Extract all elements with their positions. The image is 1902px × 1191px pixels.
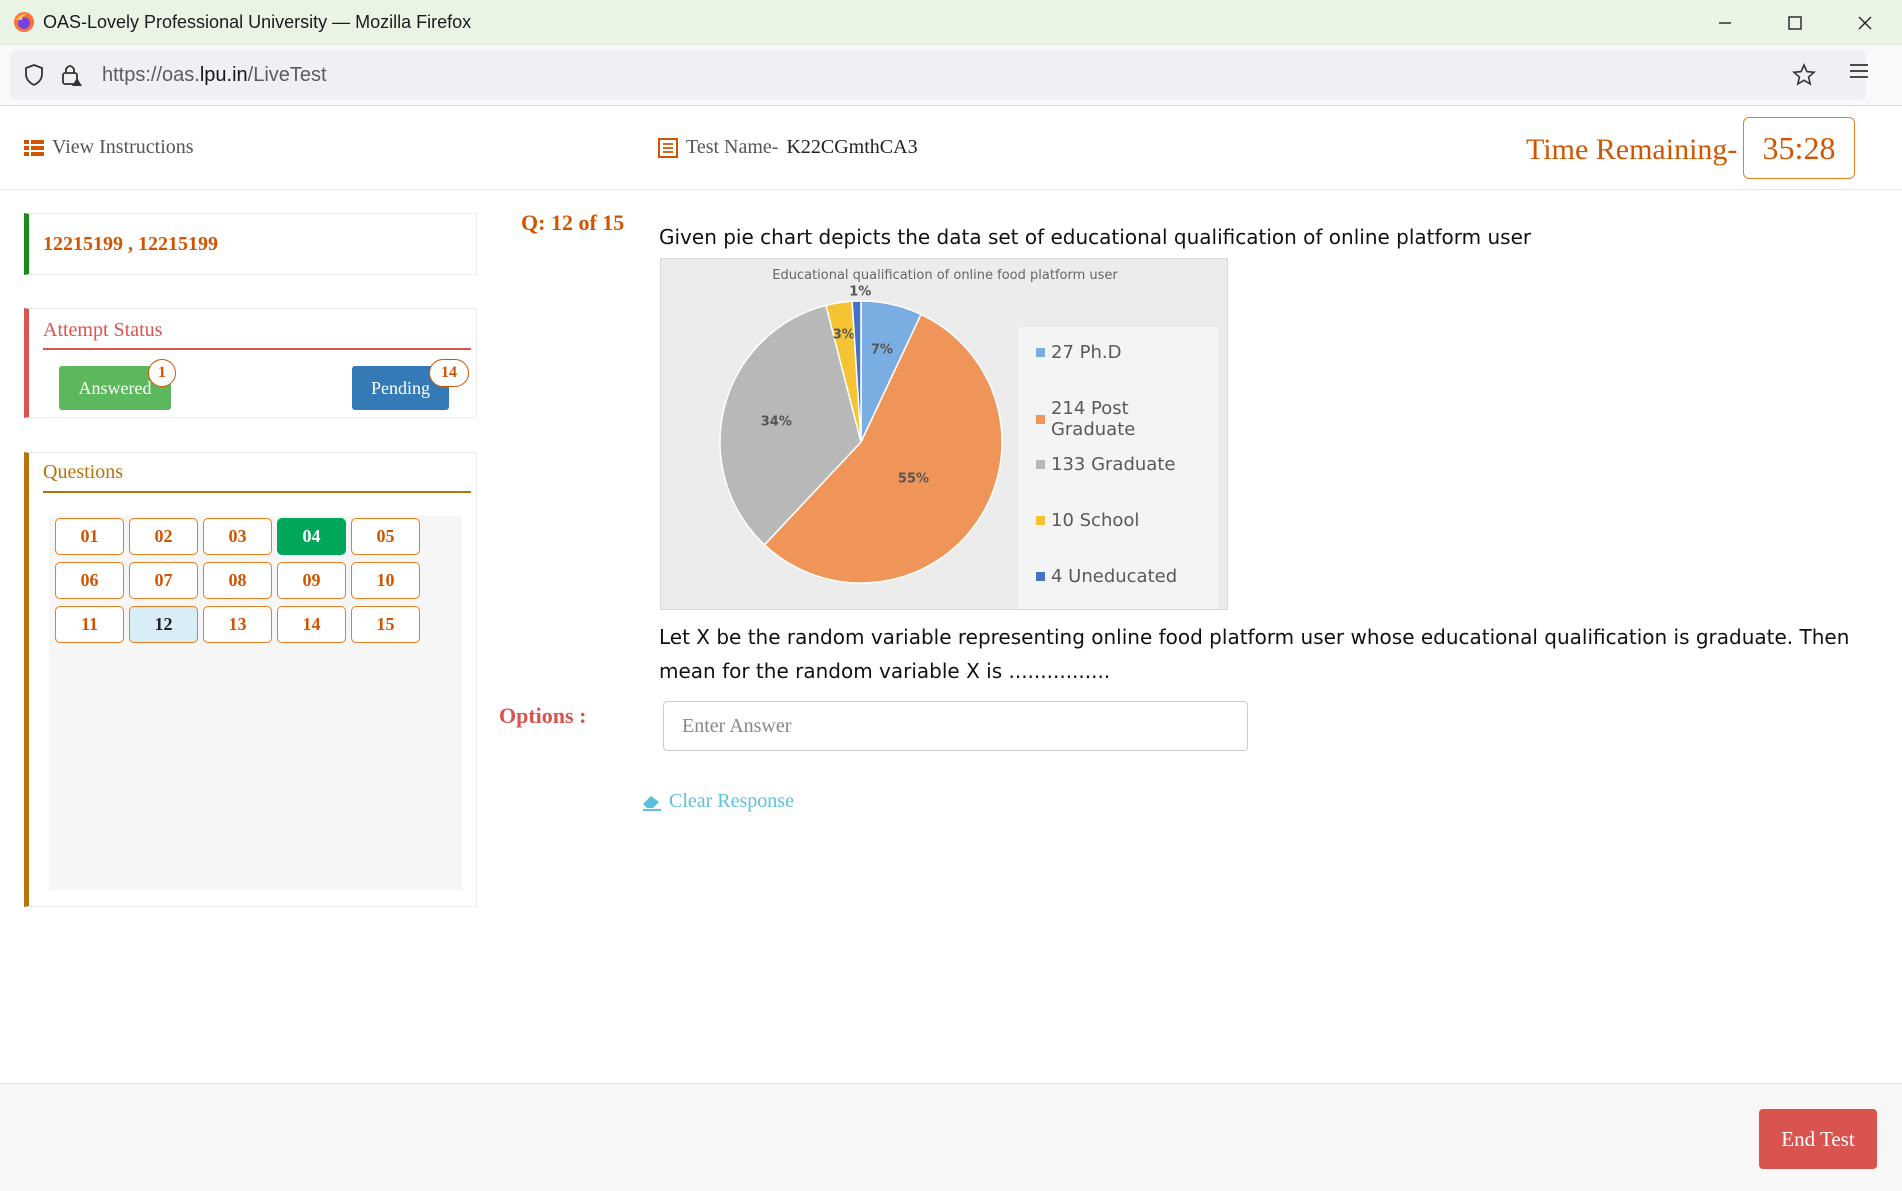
- legend-swatch: [1036, 460, 1045, 469]
- divider: [43, 348, 471, 350]
- close-window-button[interactable]: [1845, 8, 1885, 38]
- question-button-08[interactable]: 08: [203, 562, 272, 599]
- question-button-12[interactable]: 12: [129, 606, 198, 643]
- end-test-label: End Test: [1781, 1126, 1855, 1151]
- view-instructions-link[interactable]: View Instructions: [24, 136, 194, 159]
- countdown-timer: 35:28: [1743, 117, 1855, 179]
- test-header: View Instructions Test Name- K22CGmthCA3…: [0, 106, 1902, 190]
- question-button-09[interactable]: 09: [277, 562, 346, 599]
- end-test-button[interactable]: End Test: [1759, 1109, 1877, 1169]
- question-text-continued: Let X be the random variable representin…: [659, 625, 1850, 683]
- legend-label: 10 School: [1051, 510, 1140, 531]
- legend-swatch: [1036, 348, 1045, 357]
- clear-response-label: Clear Response: [669, 790, 794, 812]
- question-button-01[interactable]: 01: [55, 518, 124, 555]
- legend-label: 27 Ph.D: [1051, 342, 1122, 363]
- answered-label: Answered: [78, 377, 152, 398]
- tracking-protection-shield-icon[interactable]: [23, 63, 45, 87]
- legend-item: 133 Graduate: [1036, 454, 1175, 475]
- lock-icon[interactable]: [60, 62, 84, 88]
- url-text[interactable]: https://oas.lpu.in/LiveTest: [102, 64, 327, 87]
- question-button-03[interactable]: 03: [203, 518, 272, 555]
- window-title: OAS-Lovely Professional University — Moz…: [43, 12, 472, 32]
- chart-title: Educational qualification of online food…: [772, 268, 1118, 283]
- user-info-panel: 12215199 , 12215199: [24, 213, 477, 275]
- test-name-label: Test Name-: [686, 136, 779, 158]
- firefox-logo-icon: [14, 12, 34, 32]
- legend-label: 133 Graduate: [1051, 454, 1176, 475]
- legend-swatch: [1036, 572, 1045, 581]
- options-label: Options :: [499, 703, 587, 728]
- legend-item: 27 Ph.D: [1036, 342, 1121, 363]
- pie-slice-label-2: 55%: [898, 472, 929, 487]
- eraser-icon: [643, 795, 661, 811]
- pending-label: Pending: [370, 377, 430, 398]
- minimize-icon: [1719, 22, 1731, 24]
- test-name: Test Name- K22CGmthCA3: [658, 136, 918, 159]
- question-button-06[interactable]: 06: [55, 562, 124, 599]
- footer-bar: End Test: [0, 1083, 1902, 1191]
- legend-label: 214 Post Graduate: [1050, 398, 1136, 440]
- pie-slice-label-1: 7%: [871, 342, 893, 357]
- user-id: 12215199 , 12215199: [43, 233, 218, 255]
- question-button-05[interactable]: 05: [351, 518, 420, 555]
- legend-item: 4 Uneducated: [1036, 566, 1177, 587]
- legend-label: 4 Uneducated: [1051, 566, 1178, 587]
- chart-legend: 27 Ph.D 214 Post Graduate 133 Graduate 10 S…: [1018, 327, 1218, 609]
- questions-panel: Questions 01 02 03 04 05 06 07 08 09 10 11 12 13 14 15: [24, 452, 477, 907]
- legend-item: 10 School: [1036, 510, 1139, 531]
- question-navigator-grid: 01 02 03 04 05 06 07 08 09 10 11 12 13 14 15: [49, 516, 462, 890]
- view-instructions-label: View Instructions: [52, 136, 194, 158]
- question-button-14[interactable]: 14: [277, 606, 346, 643]
- answer-input[interactable]: [663, 701, 1248, 751]
- pie-chart-image: 7% 55% 34% 3% 1% Educational qualification o…: [660, 258, 1228, 610]
- time-remaining-label: Time Remaining-: [1526, 133, 1738, 166]
- question-button-07[interactable]: 07: [129, 562, 198, 599]
- pie-slice-label-4: 3%: [833, 327, 855, 342]
- maximize-button[interactable]: [1775, 8, 1815, 38]
- question-button-13[interactable]: 13: [203, 606, 272, 643]
- question-button-04[interactable]: 04: [277, 518, 346, 555]
- question-button-02[interactable]: 02: [129, 518, 198, 555]
- test-name-value: K22CGmthCA3: [786, 136, 918, 158]
- attempt-status-title: Attempt Status: [43, 319, 163, 341]
- attempt-status-panel: Attempt Status Answered 1 Pending 14: [24, 308, 477, 418]
- legend-swatch: [1036, 516, 1045, 525]
- close-icon: [1858, 16, 1872, 30]
- bookmark-star-icon[interactable]: [1792, 63, 1816, 87]
- answered-count-badge: 1: [148, 359, 176, 387]
- clear-response-link[interactable]: Clear Response: [641, 790, 794, 813]
- legend-swatch: [1036, 414, 1045, 424]
- maximize-icon: [1788, 16, 1802, 30]
- pie-slice-label-3: 34%: [761, 414, 792, 429]
- question-button-11[interactable]: 11: [55, 606, 124, 643]
- question-text: Given pie chart depicts the data set of …: [659, 225, 1532, 249]
- browser-navbar: https://oas.lpu.in/LiveTest: [0, 45, 1902, 106]
- window-titlebar: OAS-Lovely Professional University — Moz…: [0, 0, 1902, 45]
- question-number: Q: 12 of 15: [521, 210, 625, 235]
- pie-slice-label-5: 1%: [849, 285, 871, 300]
- hamburger-menu-icon[interactable]: [1849, 62, 1869, 80]
- divider: [43, 491, 471, 493]
- legend-item: 214 Post Graduate: [1036, 398, 1218, 440]
- list-icon: [24, 139, 44, 156]
- document-list-icon: [658, 137, 678, 158]
- question-button-15[interactable]: 15: [351, 606, 420, 643]
- minimize-button[interactable]: [1705, 8, 1745, 38]
- questions-title: Questions: [43, 461, 123, 483]
- url-bar[interactable]: https://oas.lpu.in/LiveTest: [10, 50, 1866, 100]
- question-button-10[interactable]: 10: [351, 562, 420, 599]
- pending-count-badge: 14: [429, 359, 469, 387]
